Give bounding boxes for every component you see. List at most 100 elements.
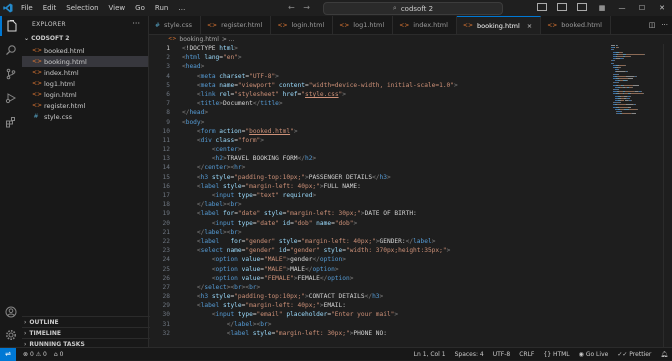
- command-center-search[interactable]: ⌕ codsoft 2: [323, 2, 503, 15]
- minimize-button[interactable]: —: [612, 4, 632, 12]
- source-control-icon[interactable]: [0, 64, 22, 84]
- editor-tab[interactable]: <> booked.html: [541, 16, 611, 34]
- activity-bar: [0, 16, 23, 347]
- layout-panel-icon[interactable]: [552, 3, 572, 13]
- editor-tab[interactable]: <> booking.html ×: [456, 16, 542, 34]
- menu-item[interactable]: Edit: [38, 0, 62, 16]
- file-item[interactable]: <> register.html: [22, 100, 148, 111]
- search-view-icon[interactable]: [0, 40, 22, 60]
- end-of-line[interactable]: CRLF: [519, 351, 534, 358]
- code-token: body: [185, 118, 201, 126]
- minimap-token: [628, 78, 633, 79]
- minimap-token: [613, 60, 615, 62]
- code-token: </: [312, 256, 320, 264]
- prettier-button[interactable]: ✓✓ Prettier: [617, 351, 651, 358]
- code-token: input: [215, 192, 238, 199]
- code-token: rel: [219, 90, 231, 98]
- run-debug-icon[interactable]: [0, 88, 22, 108]
- code-editor[interactable]: 1 <!DOCTYPE html> 2 <html lang="en"> 3 <head>…: [149, 44, 609, 347]
- encoding[interactable]: UTF-8: [493, 351, 511, 358]
- code-token: option: [215, 265, 242, 273]
- notifications-bell-icon[interactable]: 🔔︎: [660, 351, 668, 358]
- layout-secondary-icon[interactable]: [572, 3, 592, 13]
- line-number: 25: [162, 265, 170, 273]
- forward-arrow-icon[interactable]: →: [303, 3, 310, 12]
- split-editor-icon[interactable]: ◫: [649, 21, 656, 29]
- maximize-button[interactable]: ☐: [632, 4, 652, 12]
- back-arrow-icon[interactable]: ←: [288, 3, 295, 12]
- file-item[interactable]: <> log1.html: [22, 78, 148, 89]
- menu-item[interactable]: Go: [130, 0, 150, 16]
- menu-item[interactable]: Selection: [61, 0, 103, 16]
- menu-item[interactable]: View: [104, 0, 131, 16]
- indentation[interactable]: Spaces: 4: [455, 351, 484, 358]
- code-token: PASSENGER DETAILS: [308, 173, 373, 181]
- menu-item[interactable]: Run: [150, 0, 173, 16]
- menu-item[interactable]: File: [16, 0, 38, 16]
- file-item[interactable]: <> index.html: [22, 67, 148, 78]
- minimap-token: [613, 49, 615, 51]
- code-token: "dob": [334, 219, 354, 227]
- remote-indicator-icon[interactable]: ⇌: [0, 347, 16, 361]
- minimap-token: [635, 75, 637, 77]
- workspace-folder[interactable]: ⌄ CODSOFT 2: [24, 35, 70, 42]
- editor-tab[interactable]: <> index.html: [393, 16, 457, 34]
- minimap-token: [617, 89, 619, 90]
- go-live-button[interactable]: ◉ Go Live: [579, 351, 609, 358]
- editor-tab[interactable]: <> register.html: [201, 16, 272, 34]
- editor-tab[interactable]: # style.css: [149, 16, 202, 34]
- code-token: >: [394, 311, 399, 319]
- code-token: h3: [200, 173, 212, 181]
- code-token: center: [215, 146, 238, 154]
- line-number: 32: [162, 329, 170, 337]
- code-token: >: [431, 237, 436, 245]
- html-file-icon: <>: [399, 21, 410, 29]
- file-item[interactable]: <> booked.html: [22, 45, 148, 56]
- code-token: label: [200, 182, 223, 190]
- minimap-token: [623, 84, 633, 86]
- code-token: style: [211, 173, 231, 181]
- line-number: 29: [162, 302, 170, 310]
- code-token: hr: [234, 164, 242, 172]
- manage-gear-icon[interactable]: [0, 325, 22, 345]
- warning-icon: ⚠: [35, 350, 42, 358]
- customize-layout-icon[interactable]: ▦: [592, 4, 612, 12]
- code-token: "margin-left: 30px;": [286, 210, 361, 218]
- editor-scrollbar[interactable]: [663, 44, 672, 347]
- title-bar: File Edit Selection View Go Run… ← → ⌕ codsof…: [0, 0, 672, 17]
- code-line: 23 <select name="gender" id="gender" sty…: [149, 246, 609, 255]
- account-icon[interactable]: [0, 302, 22, 322]
- language-mode[interactable]: {} HTML: [543, 351, 569, 358]
- code-line: 26 <option value="FEMALE">FEMALE</option…: [149, 274, 609, 283]
- extensions-icon[interactable]: [0, 112, 22, 132]
- file-tree: <> booked.html <> booking.html <> index.html <…: [22, 45, 148, 122]
- file-item[interactable]: <> booking.html: [22, 56, 148, 67]
- minimap-token: [626, 71, 628, 73]
- minimap[interactable]: [609, 44, 664, 154]
- code-token: br: [249, 283, 257, 291]
- close-button[interactable]: ✕: [652, 4, 672, 12]
- code-token: >: [312, 155, 317, 163]
- more-actions-icon[interactable]: ···: [132, 19, 140, 28]
- file-item[interactable]: # style.css: [22, 111, 148, 122]
- editor-tab[interactable]: <> login.html: [271, 16, 334, 34]
- layout-sidebar-icon[interactable]: [532, 3, 552, 13]
- breadcrumb-rest[interactable]: > ...: [222, 36, 235, 43]
- explorer-icon[interactable]: [0, 16, 22, 36]
- more-actions-icon[interactable]: ···: [661, 21, 668, 29]
- file-item[interactable]: <> login.html: [22, 89, 148, 100]
- menu-item[interactable]: …: [173, 0, 190, 16]
- problems-indicator[interactable]: ⊗ 0 ⚠ 0: [23, 351, 47, 358]
- breadcrumb-file[interactable]: booking.html: [179, 36, 218, 43]
- file-name: index.html: [44, 68, 79, 77]
- cursor-position[interactable]: Ln 1, Col 1: [414, 351, 446, 358]
- close-tab-icon[interactable]: ×: [527, 22, 532, 30]
- editor-tab[interactable]: <> log1.html: [333, 16, 394, 34]
- code-line: 10 <form action="booked.html">: [149, 127, 609, 136]
- code-token: style.css: [305, 90, 339, 98]
- code-line: 3 <head>: [149, 62, 609, 71]
- ports-indicator[interactable]: ⌂ 0: [54, 351, 64, 358]
- html-file-icon: <>: [462, 22, 473, 29]
